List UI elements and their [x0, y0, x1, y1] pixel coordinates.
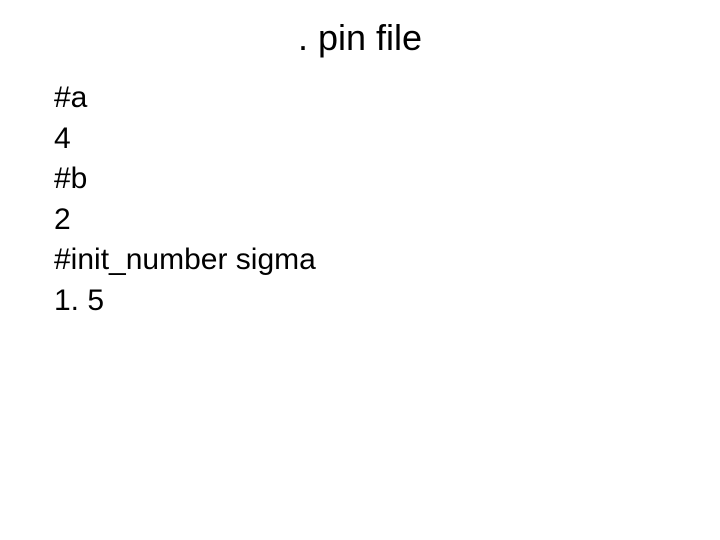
slide: . pin file #a 4 #b 2 #init_number sigma …: [0, 0, 720, 540]
file-line: 2: [54, 200, 316, 241]
file-content: #a 4 #b 2 #init_number sigma 1. 5: [54, 78, 316, 321]
file-line: #b: [54, 159, 316, 200]
file-line: #init_number sigma: [54, 240, 316, 281]
file-line: #a: [54, 78, 316, 119]
page-title: . pin file: [0, 18, 720, 58]
file-line: 1. 5: [54, 281, 316, 322]
file-line: 4: [54, 119, 316, 160]
